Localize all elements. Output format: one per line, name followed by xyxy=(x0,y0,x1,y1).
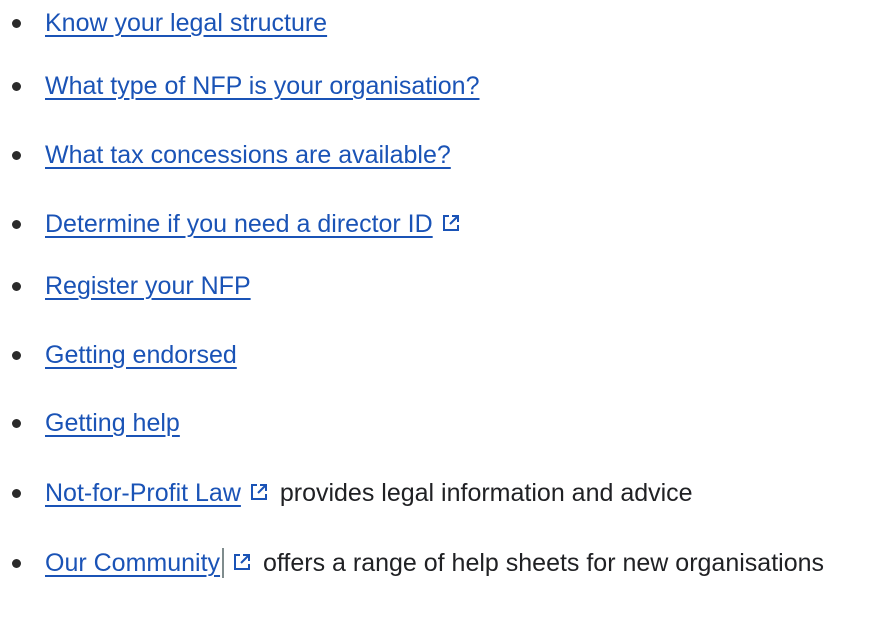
external-link-icon[interactable] xyxy=(249,482,269,502)
register-nfp-link[interactable]: Register your NFP xyxy=(45,272,251,300)
bullet xyxy=(12,282,21,291)
nfp-type-link[interactable]: What type of NFP is your organisation? xyxy=(45,72,479,100)
external-link-icon[interactable] xyxy=(441,213,461,233)
bullet xyxy=(12,82,21,91)
bullet xyxy=(12,489,21,498)
list-item-content: Determine if you need a director ID xyxy=(45,206,887,243)
item-description: offers a range of help sheets for new or… xyxy=(263,549,824,577)
external-link-icon[interactable] xyxy=(232,552,252,572)
list-item-content: Getting help xyxy=(45,405,887,442)
item-description: provides legal information and advice xyxy=(279,479,693,507)
list-item-content: What tax concessions are available? xyxy=(45,137,887,174)
bullet xyxy=(12,151,21,160)
know-legal-structure-link[interactable]: Know your legal structure xyxy=(45,9,327,37)
not-for-profit-law-link[interactable]: Not-for-Profit Law xyxy=(45,479,241,507)
list-item-content: Know your legal structure xyxy=(45,5,887,42)
getting-endorsed-link[interactable]: Getting endorsed xyxy=(45,341,237,369)
tax-concessions-link[interactable]: What tax concessions are available? xyxy=(45,141,451,169)
our-community-link[interactable]: Our Community xyxy=(45,549,220,577)
focus-divider xyxy=(222,548,225,578)
getting-help-link[interactable]: Getting help xyxy=(45,409,180,437)
bullet xyxy=(12,351,21,360)
bullet xyxy=(12,419,21,428)
list-item-content: Getting endorsed xyxy=(45,337,887,374)
bullet xyxy=(12,19,21,28)
list-item-content: Register your NFP xyxy=(45,268,887,305)
list-item-content: Our Community offers a range of help she… xyxy=(45,545,887,582)
bullet xyxy=(12,220,21,229)
list-item-content: Not-for-Profit Law provides legal inform… xyxy=(45,475,887,512)
bullet xyxy=(12,559,21,568)
list-item-content: What type of NFP is your organisation? xyxy=(45,68,887,105)
director-id-link[interactable]: Determine if you need a director ID xyxy=(45,210,433,238)
